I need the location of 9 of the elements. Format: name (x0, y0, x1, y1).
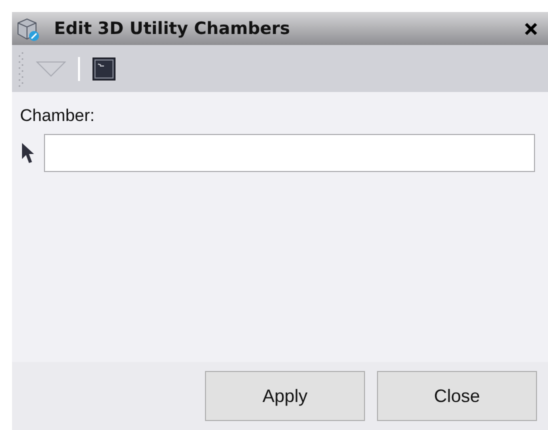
terminal-icon[interactable] (92, 56, 116, 80)
chamber-input-field[interactable] (44, 134, 535, 172)
window-title: Edit 3D Utility Chambers (54, 18, 292, 38)
apply-button[interactable]: Apply (205, 371, 365, 421)
grip-icon[interactable] (18, 50, 24, 86)
close-button[interactable]: Close (377, 371, 537, 421)
chamber-label: Chamber: (20, 106, 96, 126)
close-icon[interactable] (524, 22, 538, 36)
pointer-icon[interactable] (20, 142, 36, 164)
